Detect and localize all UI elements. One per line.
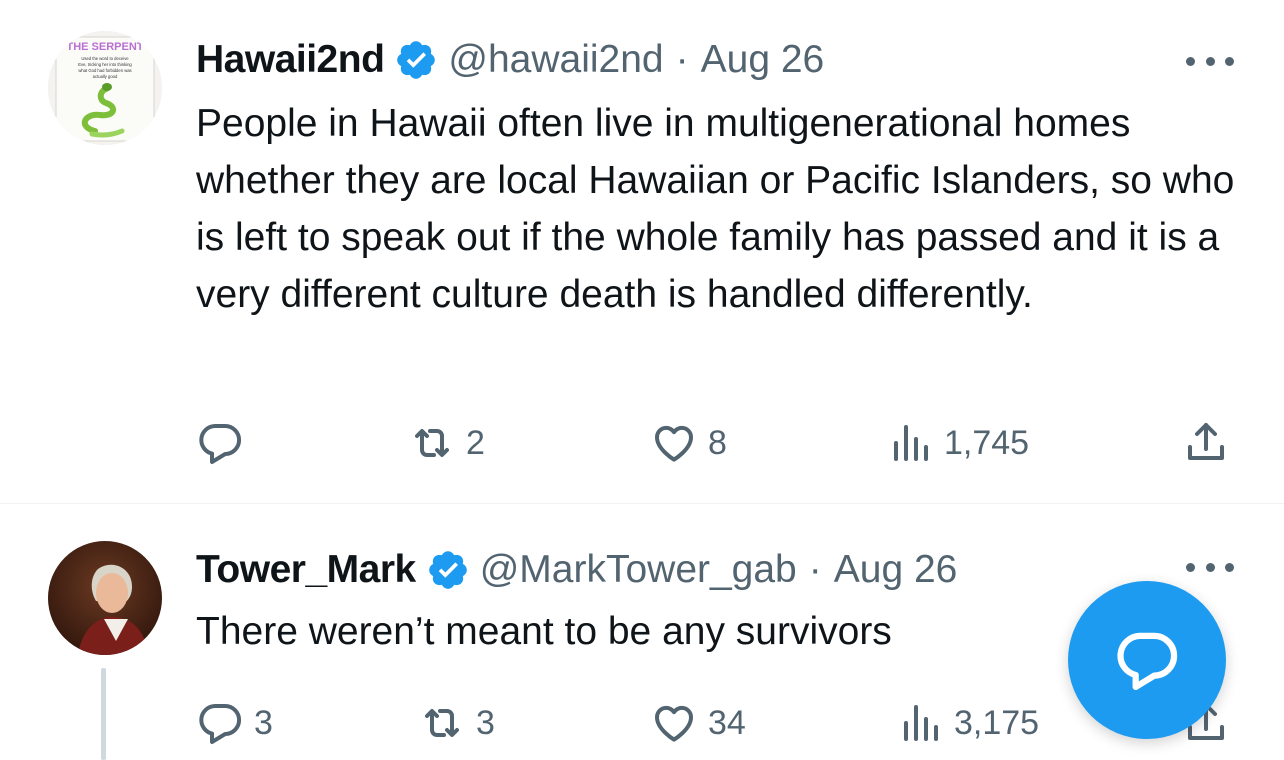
heart-icon	[655, 705, 693, 742]
like-count: 34	[708, 703, 746, 742]
views-icon	[894, 425, 928, 461]
like-count: 8	[708, 423, 727, 462]
avatar[interactable]	[48, 541, 162, 655]
tweet[interactable]: THE SERPENT Used the word to deceive Eve…	[0, 0, 1284, 503]
tweet-date[interactable]: Aug 26	[701, 38, 825, 82]
reply-icon	[199, 703, 242, 744]
svg-text:actually good: actually good	[93, 74, 118, 79]
repost-button[interactable]: 3	[418, 698, 495, 748]
separator: ·	[675, 38, 689, 81]
avatar[interactable]: THE SERPENT Used the word to deceive Eve…	[48, 31, 162, 145]
svg-text:Eve, tricking her into thinkin: Eve, tricking her into thinking	[78, 62, 132, 67]
tweet-header: Tower_Mark @MarkTower_gab · Aug 26	[196, 542, 957, 598]
repost-icon	[425, 709, 459, 737]
reply-icon	[199, 423, 242, 464]
more-icon[interactable]	[1186, 552, 1234, 582]
tweet-actions: 3 3 34 3,175	[196, 698, 1236, 748]
author-name[interactable]: Tower_Mark	[196, 548, 416, 592]
author-handle[interactable]: @MarkTower_gab	[480, 548, 797, 592]
svg-text:what God had forbidden was: what God had forbidden was	[78, 68, 131, 73]
compose-reply-button[interactable]	[1068, 581, 1226, 739]
reply-button[interactable]: 3	[196, 698, 273, 748]
author-handle[interactable]: @hawaii2nd	[448, 38, 663, 82]
reply-count: 3	[254, 703, 273, 742]
svg-text:THE SERPENT: THE SERPENT	[66, 41, 143, 53]
thread-line	[101, 668, 106, 760]
verified-badge-icon	[426, 548, 470, 592]
views-button[interactable]: 3,175	[896, 698, 1039, 748]
like-button[interactable]: 34	[650, 698, 746, 748]
views-button[interactable]: 1,745	[886, 418, 1029, 468]
share-icon	[1188, 423, 1224, 460]
tweet-text: People in Hawaii often live in multigene…	[196, 102, 1235, 316]
heart-icon	[655, 425, 693, 462]
tweet-actions: 2 8 1,745	[196, 418, 1236, 468]
share-button[interactable]	[1182, 418, 1230, 468]
tweet-date[interactable]: Aug 26	[834, 548, 958, 592]
compose-reply-icon	[1117, 632, 1178, 691]
like-button[interactable]: 8	[650, 418, 727, 468]
repost-button[interactable]: 2	[408, 418, 485, 468]
repost-count: 2	[466, 423, 485, 462]
svg-text:Used the word to deceive: Used the word to deceive	[81, 56, 129, 61]
repost-icon	[415, 429, 449, 457]
view-count: 3,175	[954, 703, 1040, 742]
reply-button[interactable]	[196, 418, 254, 468]
view-count: 1,745	[944, 423, 1030, 462]
separator: ·	[808, 548, 822, 591]
repost-count: 3	[476, 703, 495, 742]
more-icon[interactable]	[1186, 46, 1234, 76]
author-name[interactable]: Hawaii2nd	[196, 38, 385, 82]
tweet-header: Hawaii2nd @hawaii2nd · Aug 26	[196, 32, 824, 88]
views-icon	[904, 705, 938, 741]
verified-badge-icon	[394, 38, 438, 82]
